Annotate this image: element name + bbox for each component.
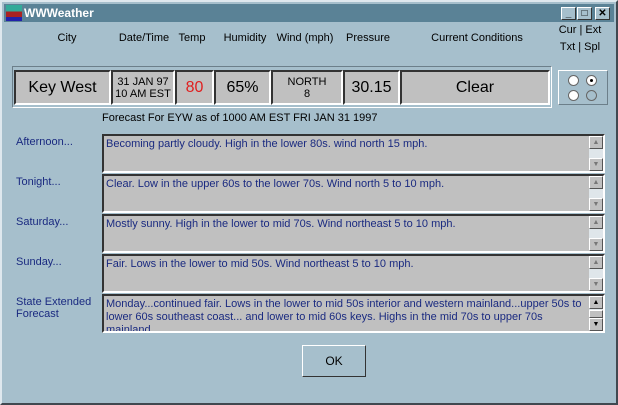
scroll-up-icon[interactable]: ▲ <box>589 216 603 229</box>
forecast-text: Becoming partly cloudy. High in the lowe… <box>106 138 428 150</box>
title-bar[interactable]: WWWeather _ □ ✕ <box>4 4 614 22</box>
forecast-afternoon[interactable]: Becoming partly cloudy. High in the lowe… <box>102 134 605 173</box>
wind-direction: NORTH <box>287 75 327 88</box>
label-tonight: Tonight... <box>16 176 61 188</box>
wind-value: NORTH 8 <box>271 70 343 105</box>
scroll-down-icon[interactable]: ▼ <box>589 198 603 211</box>
label-afternoon: Afternoon... <box>16 136 73 148</box>
scrollbar[interactable]: ▲ ▼ <box>589 176 603 211</box>
ok-button[interactable]: OK <box>302 345 366 377</box>
forecast-saturday[interactable]: Mostly sunny. High in the lower to mid 7… <box>102 214 605 253</box>
forecast-tonight[interactable]: Clear. Low in the upper 60s to the lower… <box>102 174 605 213</box>
wind-speed: 8 <box>303 87 311 100</box>
scroll-down-icon[interactable]: ▼ <box>589 278 603 291</box>
humidity-value: 65% <box>214 70 271 105</box>
weather-window: WWWeather _ □ ✕ City Date/Time Temp Humi… <box>0 0 618 405</box>
header-mode-line2: Txt | Spl <box>559 41 601 53</box>
forecast-text: Clear. Low in the upper 60s to the lower… <box>106 178 445 190</box>
label-saturday: Saturday... <box>16 216 69 228</box>
header-conditions: Current Conditions <box>431 32 523 44</box>
maximize-button[interactable]: □ <box>577 7 592 20</box>
forecast-text: Monday...continued fair. Lows in the low… <box>106 298 582 333</box>
scrollbar[interactable]: ▲ ▼ <box>589 296 603 331</box>
forecast-header: Forecast For EYW as of 1000 AM EST FRI J… <box>102 112 378 124</box>
radio-cur-spl[interactable] <box>568 90 579 101</box>
forecast-sunday[interactable]: Fair. Lows in the lower to mid 50s. Wind… <box>102 254 605 293</box>
minimize-button[interactable]: _ <box>561 7 576 20</box>
close-button[interactable]: ✕ <box>595 7 610 20</box>
temp-value: 80 <box>175 70 214 105</box>
date-value: 31 JAN 97 <box>117 75 169 88</box>
scrollbar[interactable]: ▲ ▼ <box>589 256 603 291</box>
scroll-up-icon[interactable]: ▲ <box>589 176 603 189</box>
scroll-up-icon[interactable]: ▲ <box>589 256 603 269</box>
header-datetime: Date/Time <box>118 32 170 44</box>
header-wind: Wind (mph) <box>276 32 334 44</box>
pressure-value: 30.15 <box>343 70 400 105</box>
time-value: 10 AM EST <box>115 87 171 100</box>
window-title: WWWeather <box>24 6 94 20</box>
header-city: City <box>57 32 77 44</box>
city-value: Key West <box>14 70 111 105</box>
header-humidity: Humidity <box>223 32 267 44</box>
scroll-down-icon[interactable]: ▼ <box>589 158 603 171</box>
mode-radio-group <box>558 70 608 105</box>
scroll-down-icon[interactable]: ▼ <box>589 318 603 331</box>
header-pressure: Pressure <box>345 32 391 44</box>
header-temp: Temp <box>178 32 206 44</box>
forecast-text: Fair. Lows in the lower to mid 50s. Wind… <box>106 258 414 270</box>
forecast-state-extended[interactable]: Monday...continued fair. Lows in the low… <box>102 294 605 333</box>
forecast-text: Mostly sunny. High in the lower to mid 7… <box>106 218 456 230</box>
scrollbar[interactable]: ▲ ▼ <box>589 216 603 251</box>
scroll-thumb[interactable] <box>589 310 603 318</box>
radio-ext-spl[interactable] <box>586 90 597 101</box>
scrollbar[interactable]: ▲ ▼ <box>589 136 603 171</box>
conditions-value: Clear <box>400 70 550 105</box>
scroll-up-icon[interactable]: ▲ <box>589 296 603 309</box>
datetime-value: 31 JAN 97 10 AM EST <box>111 70 175 105</box>
label-state-extended: State Extended Forecast <box>16 296 92 320</box>
scroll-down-icon[interactable]: ▼ <box>589 238 603 251</box>
radio-ext-txt[interactable] <box>586 75 597 86</box>
app-icon <box>6 5 22 21</box>
label-sunday: Sunday... <box>16 256 62 268</box>
header-mode-line1: Cur | Ext <box>558 24 602 36</box>
radio-cur-txt[interactable] <box>568 75 579 86</box>
scroll-up-icon[interactable]: ▲ <box>589 136 603 149</box>
